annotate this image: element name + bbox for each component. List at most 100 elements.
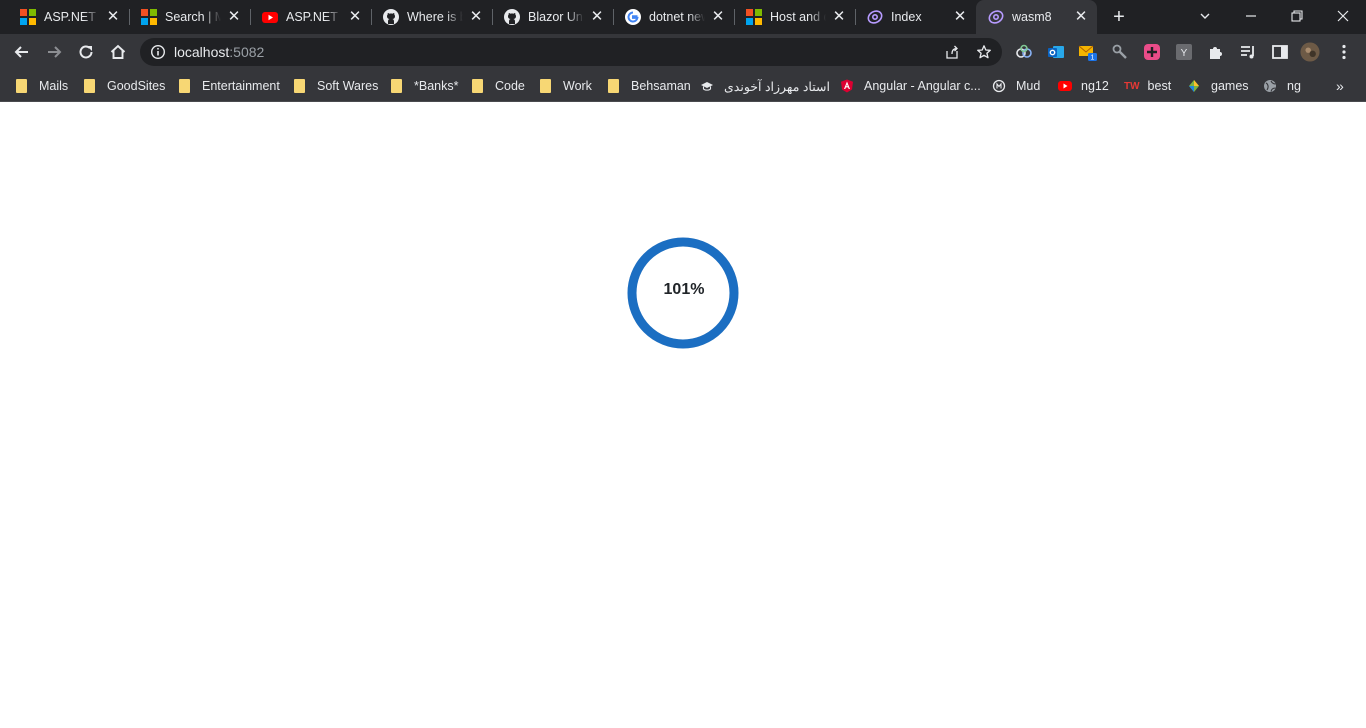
url-port: :5082 [229,44,265,60]
tw-icon: TW [1124,80,1140,92]
tab-aspnet-core-1[interactable]: ASP.NET Core ✕ [8,0,130,34]
tab-search-button[interactable] [1190,4,1220,30]
url-host: localhost [174,44,230,60]
browser-toolbar: localhost:5082 1 Y [0,34,1366,70]
share-icon[interactable] [944,44,960,60]
loading-progress-text: 101% [663,281,705,298]
bookmark-label: ng12 [1081,79,1109,93]
reload-button[interactable] [72,38,100,66]
tab-dotnet-new[interactable]: dotnet new ✕ [613,0,735,34]
bookmark-best[interactable]: TW best [1124,76,1171,96]
bookmark-label: best [1147,79,1172,93]
tab-blazor-unit[interactable]: Blazor Unit ✕ [492,0,614,34]
extension-colorful-icon[interactable] [1014,42,1034,62]
folder-icon [540,79,551,93]
bookmark-label: games [1211,79,1249,93]
tab-wasm8[interactable]: wasm8 ✕ [976,0,1097,34]
bookmark-label: Code [495,79,525,93]
bookmark-star-icon[interactable] [976,44,992,60]
url-text: localhost:5082 [174,44,264,60]
tab-index[interactable]: Index ✕ [855,0,977,34]
bookmark-label: Soft Wares [317,79,379,93]
bookmark-work[interactable]: Work [540,76,592,96]
close-icon[interactable]: ✕ [710,9,726,25]
chevron-double-right-icon: » [1336,78,1344,94]
bookmark-label: Angular - Angular c... [864,79,981,93]
svg-text:1: 1 [1091,55,1095,62]
angular-icon [841,79,853,93]
outlook-icon[interactable] [1046,42,1066,62]
tab-title: Search | Microsoft [165,10,221,24]
bookmark-label: استاد مهرزاد آخوندی [724,79,830,94]
close-icon[interactable]: ✕ [226,9,242,25]
reading-list-icon[interactable] [1238,42,1258,62]
home-button[interactable] [104,38,132,66]
profile-avatar[interactable] [1300,42,1320,62]
google-icon [625,9,641,25]
bookmark-code[interactable]: Code [472,76,525,96]
bookmarks-bar: Mails GoodSites Entertainment Soft Wares… [0,70,1366,102]
bookmark-mud[interactable]: Mud [992,76,1040,96]
tab-search-microsoft[interactable]: Search | Microsoft ✕ [129,0,251,34]
bookmark-behsaman[interactable]: Behsaman [608,76,691,96]
bookmark-label: ng [1287,79,1301,93]
blazor-icon [988,10,1004,24]
tab-strip: ASP.NET Core ✕ Search | Microsoft ✕ ASP.… [0,0,1366,34]
bookmark-angular[interactable]: Angular - Angular c... [840,76,981,96]
close-icon[interactable]: ✕ [831,9,847,25]
page-content: 101% [0,103,1366,728]
youtube-icon [1058,81,1072,91]
close-icon[interactable]: ✕ [468,9,484,25]
side-panel-icon[interactable] [1270,42,1290,62]
forward-button[interactable] [40,38,68,66]
mail-notifier-icon[interactable]: 1 [1078,42,1098,62]
extension-red-icon[interactable] [1142,42,1162,62]
bookmark-banks[interactable]: *Banks* [391,76,458,96]
tab-host-and-deploy[interactable]: Host and deploy ✕ [734,0,856,34]
close-icon[interactable]: ✕ [589,9,605,25]
tab-where-is-blazor[interactable]: Where is blazor ✕ [371,0,493,34]
bookmark-goodsites[interactable]: GoodSites [84,76,165,96]
close-window-button[interactable] [1328,4,1358,30]
folder-icon [608,79,619,93]
arrow-left-icon [14,46,28,58]
bookmark-ng12[interactable]: ng12 [1057,76,1109,96]
bookmark-mails[interactable]: Mails [16,76,68,96]
close-icon[interactable]: ✕ [347,9,363,25]
close-icon[interactable]: ✕ [105,9,121,25]
extensions-puzzle-icon[interactable] [1206,42,1226,62]
bookmark-soft-wares[interactable]: Soft Wares [294,76,378,96]
wrench-icon[interactable] [1110,42,1130,62]
bookmark-ng[interactable]: ng [1263,76,1301,96]
svg-text:Y: Y [1181,48,1188,59]
address-bar[interactable]: localhost:5082 [140,38,1002,66]
bookmark-entertainment[interactable]: Entertainment [179,76,280,96]
bookmark-ostad[interactable]: استاد مهرزاد آخوندی [700,76,830,96]
chevron-down-icon [1200,13,1210,19]
tab-title: ASP.NET Core [44,10,100,24]
folder-icon [391,79,402,93]
menu-kebab-icon[interactable] [1334,42,1354,62]
restore-button[interactable] [1282,4,1312,30]
extension-y-icon[interactable]: Y [1174,42,1194,62]
bookmarks-overflow-button[interactable]: » [1336,76,1344,96]
arrow-right-icon [48,46,62,58]
bookmark-label: Mails [39,79,69,93]
github-icon [383,9,399,25]
new-tab-button[interactable]: + [1108,6,1130,28]
minimize-button[interactable] [1236,4,1266,30]
close-icon[interactable]: ✕ [1073,9,1089,25]
bookmark-label: Mud [1016,79,1041,93]
close-icon[interactable]: ✕ [952,9,968,25]
minimize-icon [1246,15,1256,17]
info-icon[interactable] [150,44,166,60]
tab-title: ASP.NET Core [286,10,342,24]
folder-icon [472,79,483,93]
back-button[interactable] [8,38,36,66]
bookmark-games[interactable]: games [1187,76,1249,96]
globe-icon [1264,80,1276,92]
tab-title: wasm8 [1012,10,1052,24]
restore-icon [1291,10,1303,22]
tab-aspnet-core-2[interactable]: ASP.NET Core ✕ [250,0,372,34]
youtube-icon [262,12,278,23]
